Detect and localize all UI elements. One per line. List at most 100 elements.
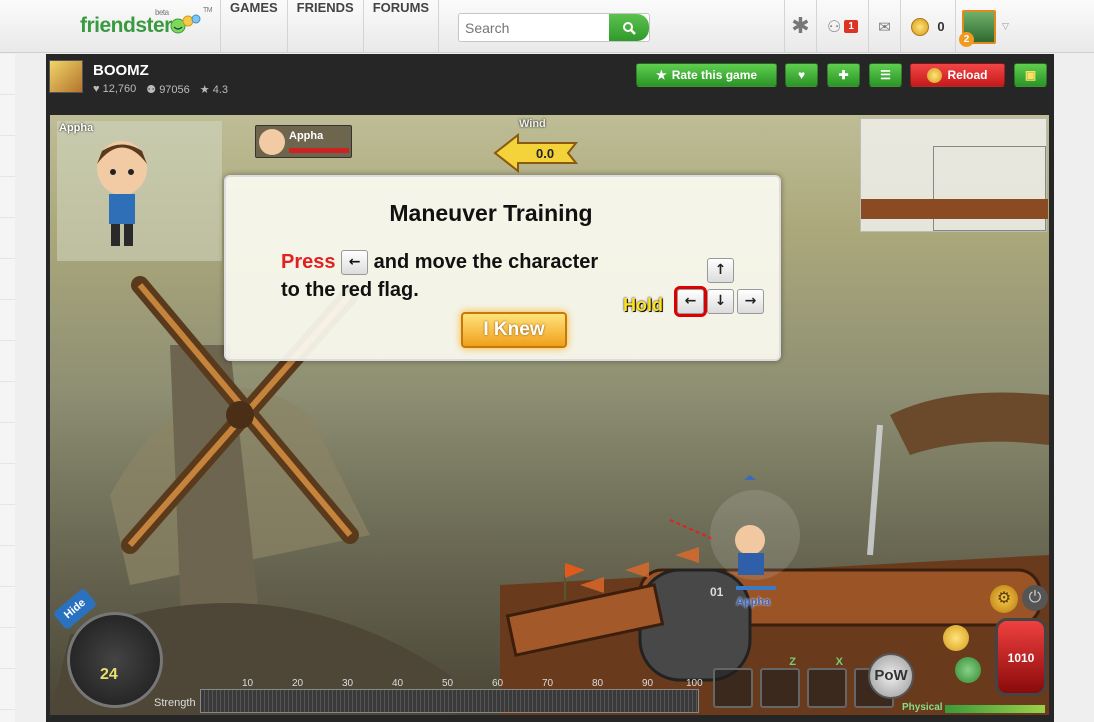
left-arrow-key-icon: ← — [341, 250, 369, 276]
coin-icon — [911, 17, 930, 36]
dialog-instruction: Press ← and move the character to the re… — [281, 248, 661, 304]
asterisk-icon: ✱ — [791, 14, 810, 39]
enemy-status-panel: Appha — [255, 125, 352, 158]
slot-key-z: Z — [789, 656, 796, 668]
power-icon: ⏻ — [1028, 589, 1042, 606]
strength-tick-60: 60 — [492, 678, 504, 689]
players-stat: ⚉ 97056 — [146, 83, 190, 96]
star-icon: ★ — [655, 68, 667, 82]
heart-icon: ♥ — [797, 68, 806, 82]
up-arrow-key-icon: ↑ — [707, 258, 734, 283]
energy-capsule: 1010 — [995, 618, 1047, 696]
wind-label: Wind — [519, 118, 546, 130]
search-button[interactable] — [609, 14, 649, 41]
search-input[interactable] — [459, 14, 611, 41]
press-label: Press — [281, 251, 336, 273]
game-title: BOOMZ — [93, 62, 149, 79]
game-stats: ♥ 12,760 ⚉ 97056 ★ 4.3 — [93, 83, 228, 96]
trademark-label: TM — [203, 7, 213, 14]
nav-friends[interactable]: FRIENDS — [286, 0, 363, 53]
profile-menu[interactable]: 2 ▽ — [955, 0, 1015, 53]
player-field-name: Appha — [736, 596, 771, 608]
game-canvas[interactable]: Appha Appha Wind 0.0 Maneuver Training P… — [50, 115, 1049, 715]
physical-bar — [945, 705, 1045, 713]
gear-icon: ⚙ — [996, 590, 1012, 607]
likes-stat: ♥ 12,760 — [93, 83, 136, 96]
strength-tick-30: 30 — [342, 678, 354, 689]
game-thumbnail — [49, 60, 83, 93]
list-icon: ☰ — [880, 68, 891, 82]
rate-game-label: Rate this game — [671, 68, 758, 82]
player-portrait-panel: Appha — [57, 121, 222, 261]
gamepad-icon: ⚇ — [827, 17, 842, 36]
players-count: 97056 — [159, 84, 190, 96]
instruction-text-2: to the red flag. — [281, 279, 419, 301]
chat-button[interactable] — [955, 657, 981, 683]
search-box — [458, 13, 650, 42]
item-slot-1[interactable] — [713, 668, 753, 708]
enemy-name-label: Appha — [289, 130, 324, 142]
messages-button[interactable]: ✉ — [868, 0, 900, 53]
strength-tick-20: 20 — [292, 678, 304, 689]
heart-icon: ♥ — [93, 83, 100, 95]
left-arrow-key-highlighted-icon: ← — [674, 286, 707, 317]
minimap-terrain — [861, 199, 1048, 219]
wind-indicator: Wind 0.0 — [493, 118, 578, 174]
reload-label: Reload — [947, 68, 988, 82]
reload-button[interactable]: Reload — [910, 63, 1005, 87]
reload-smile-icon — [927, 67, 943, 83]
enemy-health-bar — [289, 148, 349, 153]
list-button[interactable]: ☰ — [869, 63, 902, 87]
background-pattern — [0, 54, 15, 722]
player-health-bar — [736, 586, 776, 590]
add-game-button[interactable]: ✚ — [827, 63, 860, 87]
instruction-text-1: and move the character — [373, 251, 599, 273]
pow-button[interactable]: PoW — [868, 653, 914, 699]
avatar-level-badge: 2 — [959, 31, 975, 47]
item-slot-z[interactable]: Z — [760, 656, 800, 708]
angle-dial — [67, 612, 163, 708]
apps-button[interactable]: ✱ — [784, 0, 816, 53]
nav-games[interactable]: GAMES — [220, 0, 287, 53]
game-notifications-button[interactable]: ⚇ 1 — [816, 0, 868, 53]
power-button[interactable]: ⏻ — [1022, 585, 1048, 611]
right-arrow-key-icon: → — [737, 289, 764, 314]
wind-value: 0.0 — [536, 146, 555, 161]
strength-tick-100: 100 — [686, 678, 703, 689]
strength-bar[interactable] — [200, 689, 699, 713]
rating-stat: ★ 4.3 — [200, 83, 228, 96]
game-header: BOOMZ ♥ 12,760 ⚉ 97056 ★ 4.3 ★ Rate this … — [46, 54, 1054, 114]
logo-text: friendster — [80, 14, 172, 37]
down-arrow-key-icon: ↓ — [707, 289, 734, 314]
i-knew-button[interactable]: I Knew — [461, 312, 567, 348]
player-character-icon — [97, 141, 147, 246]
shop-button[interactable]: ▣ — [1014, 63, 1047, 87]
strength-tick-10: 10 — [242, 678, 254, 689]
emote-button[interactable] — [943, 625, 969, 651]
strength-label: Strength — [154, 697, 196, 709]
maneuver-training-dialog: Maneuver Training Press ← and move the c… — [224, 175, 781, 361]
energy-counter: 1010 — [1007, 651, 1035, 665]
strength-tick-50: 50 — [442, 678, 454, 689]
rating-value: 4.3 — [212, 84, 229, 96]
coins-button[interactable]: 0 — [900, 0, 955, 53]
physical-label: Physical — [902, 702, 943, 713]
strength-tick-90: 90 — [642, 678, 654, 689]
search-icon — [623, 22, 636, 35]
minimap[interactable] — [860, 118, 1048, 232]
avatar[interactable]: 2 — [959, 9, 997, 47]
favorite-button[interactable]: ♥ — [785, 63, 818, 87]
nav-forums[interactable]: FORUMS — [362, 0, 440, 53]
strength-tick-40: 40 — [392, 678, 404, 689]
settings-gear-button[interactable]: ⚙ — [990, 585, 1018, 613]
slot-key-x: X — [835, 656, 843, 668]
coins-count: 0 — [937, 19, 945, 34]
shopping-bag-icon: ▣ — [1024, 68, 1037, 82]
rate-game-button[interactable]: ★ Rate this game — [636, 63, 777, 87]
friendster-logo[interactable]: friendster beta TM — [80, 7, 213, 38]
mail-icon: ✉ — [878, 17, 891, 36]
star-icon: ★ — [199, 84, 210, 96]
turn-number: 01 — [710, 585, 724, 599]
strength-tick-70: 70 — [542, 678, 554, 689]
item-slot-x[interactable]: X — [807, 656, 847, 708]
